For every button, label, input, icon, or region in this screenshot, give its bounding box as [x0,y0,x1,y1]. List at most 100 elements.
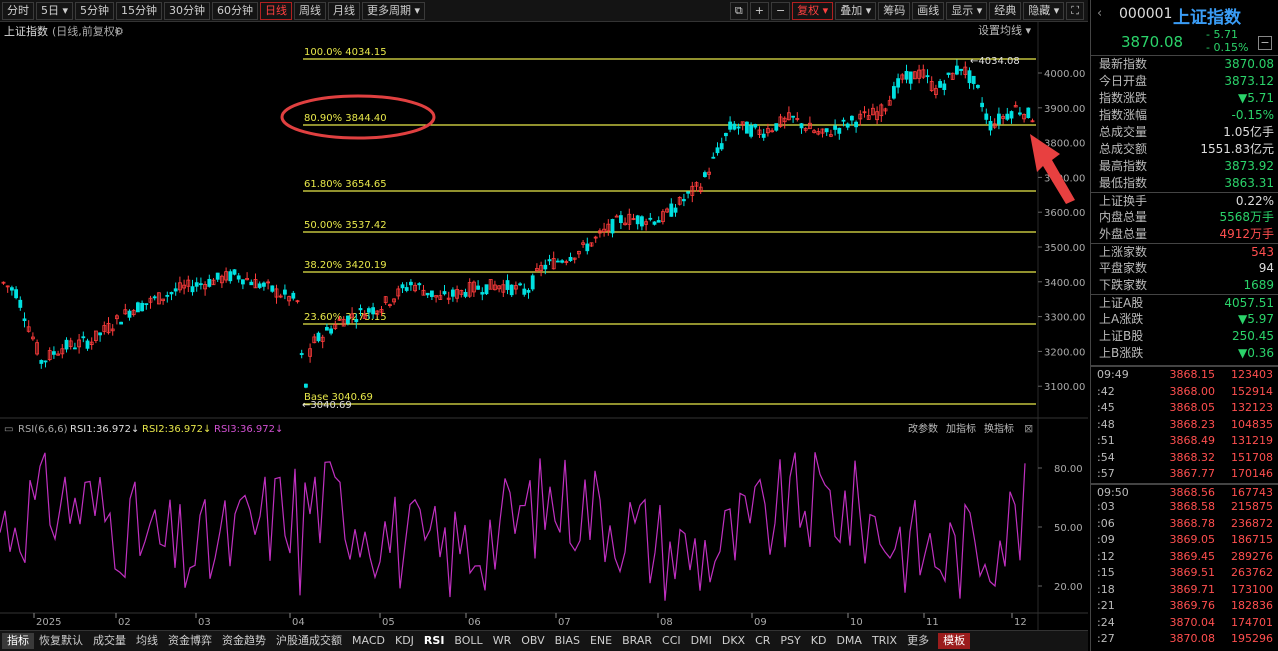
date-tick: 03 [198,617,211,628]
display-button[interactable]: 显示 ▾ [946,2,988,20]
tick-row: :03 3868.58 215875 [1091,499,1278,516]
zoom-in-icon[interactable]: + [749,2,769,20]
indicator-tab[interactable]: PSY [775,633,805,649]
indicator-tab[interactable]: DKX [717,633,750,649]
candle-body [925,75,930,78]
indicator-tab[interactable]: 沪股通成交额 [271,633,347,649]
chart-area[interactable]: 上证指数 (日线,前复权) ⚙ 设置均线 ▾ 100.0% 4034.15 80.… [0,22,1088,630]
quote-row: 上证B股 250.45 [1091,328,1278,345]
indicator-tab[interactable]: MACD [347,633,390,649]
hide-button[interactable]: 隐藏 ▾ [1023,2,1065,20]
zoom-out-icon[interactable]: − [770,2,791,20]
candle-body [749,125,753,137]
quote-value: ▼5.71 [1238,91,1274,105]
indicator-tab[interactable]: KD [806,633,832,649]
classic-button[interactable]: 经典 [989,2,1022,20]
indicator-tab[interactable]: OBV [516,633,549,649]
indicator-tab[interactable]: 模板 [938,633,971,649]
quote-row: 最高指数 3873.92 [1091,158,1278,175]
ma-settings-link[interactable]: 设置均线 ▾ [978,23,1031,37]
tick-time: :48 [1097,417,1115,431]
draw-button[interactable]: 画线 [912,2,945,20]
quote-row: 指数涨幅 -0.15% [1091,107,1278,124]
candle-body [43,360,48,363]
tick-time: :06 [1097,516,1115,530]
indicator-tab[interactable]: 资金博弈 [163,633,217,649]
rsi-tick: 20.00 [1054,582,1083,593]
indicator-tabs: 指标 恢复默认 成交量 均线 资金博弈 资金趋势 沪股通成交额 MACD KDJ RSI BOLL W… [0,630,1088,651]
indicator-tab[interactable]: 更多 [902,633,934,649]
rsi2-label: RSI2:36.972↓ [142,424,211,435]
date-tick: 08 [660,617,673,628]
adjust-button[interactable]: 复权 ▾ [792,2,834,20]
collapse-icon[interactable]: ▭ [4,424,13,435]
candle-body [1026,107,1031,119]
quote-value: 1689 [1243,278,1274,292]
candle-body [619,215,623,224]
candle-body [52,351,56,355]
candle-body [173,288,178,292]
indicator-tab[interactable]: ENE [585,633,617,649]
indicator-tab[interactable]: CR [750,633,775,649]
tab-daily[interactable]: 日线 [260,1,293,20]
tab-15min[interactable]: 15分钟 [116,1,163,20]
add-indicator-button[interactable]: 加指标 [946,422,976,435]
candle-body [261,282,266,287]
indicator-tab[interactable]: KDJ [390,633,419,649]
chips-button[interactable]: 筹码 [878,2,911,20]
tab-5day[interactable]: 5日 ▾ [36,1,74,20]
tab-monthly[interactable]: 月线 [328,1,361,20]
candle-body [291,292,296,299]
indicator-tab[interactable]: 均线 [131,633,163,649]
quote-key: 外盘总量 [1099,227,1148,241]
indicator-tab[interactable]: DMA [831,633,867,649]
candle-body [127,310,132,318]
tick-time: :42 [1097,384,1115,398]
indicator-tab[interactable]: 资金趋势 [217,633,271,649]
quote-value: -0.15% [1231,108,1274,122]
indicator-tab[interactable]: BRAR [617,633,657,649]
tick-price: 3870.04 [1169,615,1216,629]
indicator-tab[interactable]: RSI [419,633,450,649]
tab-60min[interactable]: 60分钟 [212,1,259,20]
tab-30min[interactable]: 30分钟 [164,1,211,20]
indicator-tab[interactable]: 恢复默认 [34,633,88,649]
candle-body [165,294,170,297]
fullscreen-icon[interactable]: ⛶ [1066,2,1084,20]
indicator-tab[interactable]: WR [488,633,517,649]
swap-indicator-button[interactable]: 换指标 [984,422,1014,435]
indicator-tab[interactable]: TRIX [867,633,902,649]
indicator-tab[interactable]: 成交量 [88,633,131,649]
candle-body [299,353,304,356]
indicator-tab[interactable]: DMI [686,633,717,649]
candle-body [324,326,329,331]
tick-time: 09:50 [1097,485,1129,499]
chevron-left-icon[interactable]: ‹ [1097,6,1102,21]
fib-label: 50.00% 3537.42 [304,220,387,231]
tab-intraday[interactable]: 分时 [2,1,34,20]
indicator-tab[interactable]: CCI [657,633,686,649]
tick-volume: 186715 [1231,533,1273,546]
candle-body [476,285,481,290]
close-icon[interactable]: ⊠ [1024,422,1033,435]
tab-weekly[interactable]: 周线 [294,1,327,20]
gear-icon[interactable]: ⚙ [114,25,124,38]
tick-time: :03 [1097,500,1115,513]
collapse-panel-icon[interactable]: − [1258,36,1272,50]
tab-5min[interactable]: 5分钟 [75,1,115,20]
more-periods-button[interactable]: 更多周期 ▾ [362,1,426,20]
layout-icon[interactable]: ⧉ [729,2,748,20]
quote-key: 内盘总量 [1099,210,1148,224]
indicator-tab[interactable]: BIAS [550,633,585,649]
indicator-tab[interactable]: 指标 [2,633,34,649]
indicator-tab[interactable]: BOLL [449,633,487,649]
tick-time: :24 [1097,615,1115,629]
tick-time: :18 [1097,582,1115,596]
tick-price: 3870.08 [1169,632,1216,645]
edit-params-button[interactable]: 改参数 [908,422,938,435]
candle-body [64,339,69,350]
candle-body [408,281,413,286]
quote-key: 平盘家数 [1099,261,1148,275]
overlay-button[interactable]: 叠加 ▾ [835,2,877,20]
chart-subtitle: (日线,前复权) [52,24,119,38]
